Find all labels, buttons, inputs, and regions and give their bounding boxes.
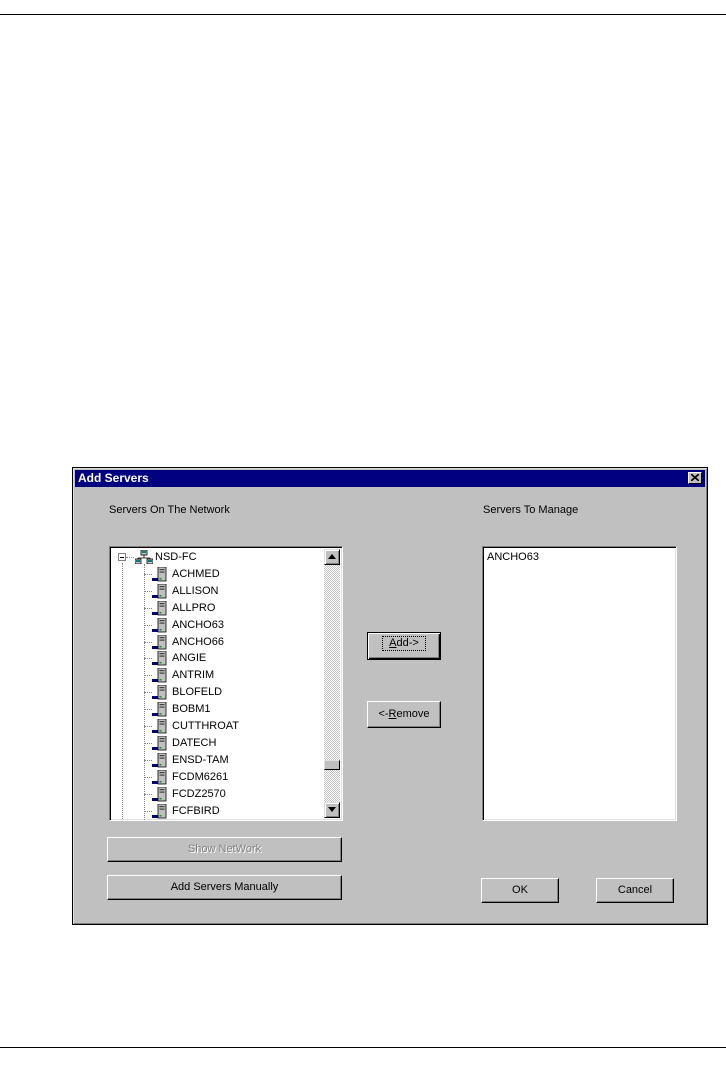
tree-connector bbox=[144, 742, 152, 744]
page-top-rule bbox=[0, 14, 726, 15]
servers-on-network-label: Servers On The Network bbox=[109, 504, 230, 516]
tree-server-label: ANCHO66 bbox=[172, 635, 224, 648]
tree-server-label: CUTTHROAT bbox=[172, 720, 240, 732]
add-servers-dialog: Add Servers Servers On The Network Serve… bbox=[72, 467, 708, 925]
network-tree[interactable]: NSD-FC ACHMED ALLISON ALLPRO ANCHO63 ANCHO66 A… bbox=[109, 546, 343, 821]
tree-connector bbox=[144, 793, 152, 795]
tree-connector bbox=[144, 573, 152, 575]
tree-connector bbox=[144, 658, 152, 660]
server-icon bbox=[152, 803, 167, 818]
tree-server-item[interactable]: FCFBIRD bbox=[142, 803, 312, 819]
tree-server-item[interactable]: FCDM6261 bbox=[142, 769, 312, 785]
tree-connector bbox=[144, 759, 152, 761]
tree-server-item[interactable]: DATECH bbox=[142, 735, 312, 751]
tree-connector bbox=[144, 590, 152, 592]
close-button[interactable] bbox=[688, 472, 702, 484]
collapse-icon[interactable] bbox=[118, 553, 126, 561]
tree-connector bbox=[144, 709, 152, 711]
tree-server-label: ANCHO63 bbox=[172, 618, 224, 631]
tree-server-label: ANGIE bbox=[172, 652, 207, 665]
server-icon bbox=[152, 634, 167, 649]
server-icon bbox=[152, 583, 167, 599]
tree-server-item[interactable]: ALLISON bbox=[142, 583, 312, 599]
server-icon bbox=[152, 786, 167, 801]
server-icon bbox=[152, 752, 167, 768]
tree-connector bbox=[144, 641, 152, 643]
server-icon bbox=[152, 719, 167, 734]
tree-connector bbox=[144, 624, 152, 626]
scroll-thumb[interactable] bbox=[324, 759, 340, 770]
servers-to-manage-list[interactable]: ANCHO63 bbox=[482, 546, 677, 821]
title-bar[interactable]: Add Servers bbox=[75, 470, 705, 487]
servers-to-manage-label: Servers To Manage bbox=[483, 504, 579, 516]
tree-server-label: ENSD-TAM bbox=[172, 753, 229, 766]
tree-server-label: ALLPRO bbox=[172, 601, 216, 614]
tree-connector bbox=[144, 810, 152, 812]
tree-server-item[interactable]: ANGIE bbox=[142, 650, 312, 666]
server-icon bbox=[152, 769, 167, 785]
tree-connector bbox=[126, 557, 134, 558]
server-icon bbox=[152, 600, 167, 616]
add-button[interactable]: Add-> bbox=[367, 632, 441, 660]
tree-connector bbox=[144, 692, 152, 694]
tree-connector bbox=[144, 726, 152, 727]
server-icon bbox=[152, 735, 167, 751]
tree-server-label: FCFBIRD bbox=[172, 804, 220, 817]
scroll-up-button[interactable] bbox=[324, 549, 340, 565]
ok-button[interactable]: OK bbox=[481, 878, 559, 903]
tree-server-label: ALLISON bbox=[172, 584, 219, 597]
server-icon bbox=[152, 668, 167, 683]
tree-server-item[interactable]: FCDZ2570 bbox=[142, 786, 312, 802]
tree-server-label: BLOFELD bbox=[172, 686, 223, 699]
tree-server-label: DATECH bbox=[172, 736, 217, 749]
server-icon bbox=[152, 566, 167, 582]
tree-connector bbox=[144, 776, 152, 778]
tree-server-item[interactable]: ANCHO63 bbox=[142, 617, 312, 633]
tree-server-label: ACHMED bbox=[172, 567, 220, 580]
tree-server-item[interactable]: CUTTHROAT bbox=[142, 718, 312, 734]
tree-guide-line bbox=[122, 563, 123, 820]
remove-button-label: <-Remove bbox=[378, 708, 430, 720]
arrow-down-icon bbox=[328, 807, 336, 812]
dialog-title: Add Servers bbox=[78, 471, 149, 485]
tree-server-label: BOBM1 bbox=[172, 703, 211, 716]
scroll-down-button[interactable] bbox=[324, 802, 340, 818]
tree-server-item[interactable]: ALLPRO bbox=[142, 600, 312, 616]
tree-server-item[interactable]: ANCHO66 bbox=[142, 634, 312, 650]
page-bottom-rule bbox=[0, 1047, 726, 1048]
tree-server-label: FCDZ2570 bbox=[172, 787, 226, 800]
show-network-button[interactable]: Show NetWork bbox=[107, 837, 342, 862]
close-icon bbox=[691, 474, 699, 481]
server-icon bbox=[152, 702, 167, 717]
add-servers-manually-button[interactable]: Add Servers Manually bbox=[107, 875, 342, 900]
remove-button[interactable]: <-Remove bbox=[367, 701, 441, 728]
tree-server-item[interactable]: BLOFELD bbox=[142, 684, 312, 700]
server-icon bbox=[152, 617, 167, 632]
network-icon bbox=[135, 550, 153, 564]
arrow-up-icon bbox=[328, 554, 336, 559]
tree-server-item[interactable]: ACHMED bbox=[142, 566, 312, 582]
tree-connector bbox=[144, 675, 152, 677]
tree-server-label: ANTRIM bbox=[172, 669, 215, 682]
tree-server-item[interactable]: ANTRIM bbox=[142, 667, 312, 683]
tree-connector bbox=[144, 607, 152, 609]
tree-scrollbar[interactable] bbox=[324, 549, 340, 818]
tree-server-item[interactable]: BOBM1 bbox=[142, 701, 312, 717]
cancel-button[interactable]: Cancel bbox=[596, 878, 674, 903]
tree-server-item[interactable]: ENSD-TAM bbox=[142, 752, 312, 768]
managed-server-item[interactable]: ANCHO63 bbox=[487, 551, 539, 564]
tree-root-node[interactable]: NSD-FC bbox=[118, 549, 308, 565]
tree-root-label: NSD-FC bbox=[155, 551, 197, 563]
server-icon bbox=[152, 651, 167, 666]
tree-server-label: FCDM6261 bbox=[172, 770, 229, 783]
server-icon bbox=[152, 685, 167, 700]
add-button-label: Add-> bbox=[382, 636, 426, 651]
